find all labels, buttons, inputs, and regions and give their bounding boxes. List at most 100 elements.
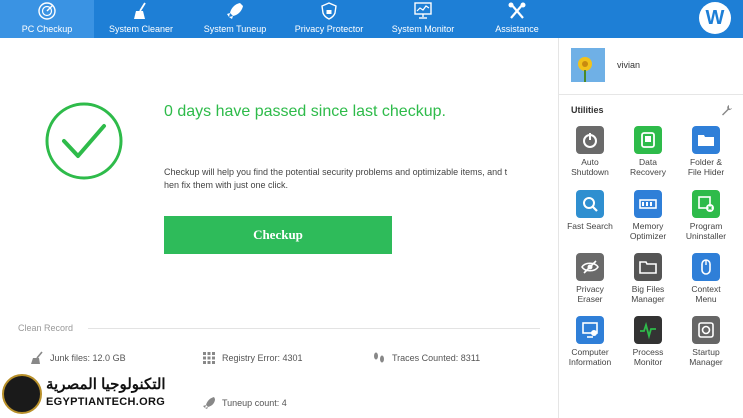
utility-label: Fast Search: [567, 221, 613, 231]
utility-label: Big Files Manager: [631, 284, 665, 304]
utility-label-line: Eraser: [577, 294, 603, 304]
footprints-icon: [374, 352, 384, 363]
pulse-icon: [634, 316, 662, 344]
utility-label-line: Privacy: [576, 284, 604, 294]
utility-label-line: Optimizer: [629, 231, 667, 241]
stat-value: 4301: [282, 353, 303, 363]
nav-label: System Tuneup: [203, 24, 267, 34]
nav-label: Assistance: [495, 24, 539, 34]
utility-label-line: Auto: [581, 157, 599, 167]
user-profile[interactable]: vivian: [571, 48, 640, 82]
utility-label-line: Fast Search: [567, 221, 613, 231]
uninstall-icon: [692, 190, 720, 218]
rocket-icon: [203, 397, 215, 409]
main-panel: 0 days have passed since last checkup. C…: [0, 38, 558, 418]
nav-label: System Cleaner: [108, 24, 174, 34]
stat-label: Registry Error:: [222, 353, 281, 363]
stat-label: Traces Counted:: [392, 353, 459, 363]
utility-label-line: Recovery: [630, 167, 666, 177]
utility-label-line: Startup: [692, 347, 720, 357]
utility-label: Auto Shutdown: [571, 157, 609, 177]
grid-icon: [203, 352, 215, 364]
utility-fast-search[interactable]: Fast Search: [561, 190, 619, 231]
utility-label-line: Uninstaller: [685, 231, 727, 241]
watermark-arabic: التكنولوجيا المصرية: [46, 376, 166, 393]
utility-label: Memory Optimizer: [630, 221, 666, 241]
utility-context-menu[interactable]: Context Menu: [677, 253, 735, 304]
power-icon: [576, 126, 604, 154]
utility-computer-information[interactable]: Computer Information: [561, 316, 619, 367]
checkup-button[interactable]: Checkup: [164, 216, 392, 254]
stat-value: 4: [281, 398, 287, 408]
utility-memory-optimizer[interactable]: Memory Optimizer: [619, 190, 677, 241]
stat-value: 12.0 GB: [92, 353, 126, 363]
nav-system-monitor[interactable]: System Monitor: [376, 0, 470, 38]
utilities-sidebar: vivian Utilities Auto Shutdown Data Recover…: [558, 38, 743, 418]
utility-label: Startup Manager: [689, 347, 723, 367]
rocket-icon: [224, 2, 246, 20]
divider: [559, 94, 743, 95]
clean-record-label: Clean Record: [18, 323, 74, 333]
memory-icon: [634, 190, 662, 218]
nav-system-tuneup[interactable]: System Tuneup: [188, 0, 282, 38]
utility-folder-file-hider[interactable]: Folder & File Hider: [677, 126, 735, 177]
stat-junk-files: Junk files: 12.0 GB: [30, 351, 126, 365]
utility-label-line: Menu: [695, 294, 717, 304]
utility-label-line: Data: [639, 157, 657, 167]
top-nav: PC Checkup System Cleaner System Tuneup …: [0, 0, 743, 38]
nav-label: Privacy Protector: [294, 24, 364, 34]
folder-icon: [692, 126, 720, 154]
utility-label-line: File Hider: [687, 167, 725, 177]
nav-pc-checkup[interactable]: PC Checkup: [0, 0, 94, 38]
utility-label-line: Information: [568, 357, 612, 367]
utility-label: Process Monitor: [633, 347, 664, 367]
tools-icon: [506, 2, 528, 20]
check-circle-icon: [45, 102, 123, 180]
computer-info-icon: [576, 316, 604, 344]
utility-label-line: Computer: [571, 347, 609, 357]
nav-assistance[interactable]: Assistance: [470, 0, 564, 38]
recovery-icon: [634, 126, 662, 154]
monitor-chart-icon: [412, 2, 434, 20]
watermark-logo: التكنولوجيا المصرية EGYPTIANTECH.ORG: [2, 372, 182, 416]
utility-big-files-manager[interactable]: Big Files Manager: [619, 253, 677, 304]
stat-tuneup-count: Tuneup count: 4: [202, 396, 287, 410]
search-icon: [576, 190, 604, 218]
checkup-status-headline: 0 days have passed since last checkup.: [164, 103, 446, 120]
utility-label-line: Process: [632, 347, 664, 357]
utility-program-uninstaller[interactable]: Program Uninstaller: [677, 190, 735, 241]
username: vivian: [617, 60, 641, 70]
divider: [88, 328, 540, 329]
utility-data-recovery[interactable]: Data Recovery: [619, 126, 677, 177]
account-avatar[interactable]: W: [699, 2, 731, 34]
utility-label-line: Shutdown: [571, 167, 609, 177]
shield-lock-icon: [318, 2, 340, 20]
nav-label: PC Checkup: [21, 24, 73, 34]
utility-label: Data Recovery: [630, 157, 666, 177]
utility-label-line: Big Files: [631, 284, 665, 294]
checkup-description: Checkup will help you find the potential…: [164, 167, 508, 190]
nav-label: System Monitor: [391, 24, 455, 34]
utility-startup-manager[interactable]: Startup Manager: [677, 316, 735, 367]
utility-auto-shutdown[interactable]: Auto Shutdown: [561, 126, 619, 177]
utility-label-line: Monitor: [633, 357, 663, 367]
utility-label: Folder & File Hider: [688, 157, 724, 177]
utility-label-line: Memory: [632, 221, 664, 231]
utility-label-line: Context: [691, 284, 721, 294]
app-window: PC Checkup System Cleaner System Tuneup …: [0, 0, 743, 418]
mouse-icon: [692, 253, 720, 281]
broom-icon: [31, 351, 43, 364]
watermark-english: EGYPTIANTECH.ORG: [46, 396, 166, 408]
utility-privacy-eraser[interactable]: Privacy Eraser: [561, 253, 619, 304]
nav-privacy-protector[interactable]: Privacy Protector: [282, 0, 376, 38]
wrench-icon[interactable]: [721, 104, 733, 116]
stat-label: Tuneup count:: [222, 398, 280, 408]
user-avatar: [571, 48, 605, 82]
utility-label-line: Folder &: [689, 157, 723, 167]
stat-registry-error: Registry Error: 4301: [202, 351, 303, 365]
nav-system-cleaner[interactable]: System Cleaner: [94, 0, 188, 38]
watermark-emblem: [2, 374, 42, 414]
utility-process-monitor[interactable]: Process Monitor: [619, 316, 677, 367]
radar-icon: [36, 2, 58, 20]
utility-label-line: Program: [689, 221, 723, 231]
